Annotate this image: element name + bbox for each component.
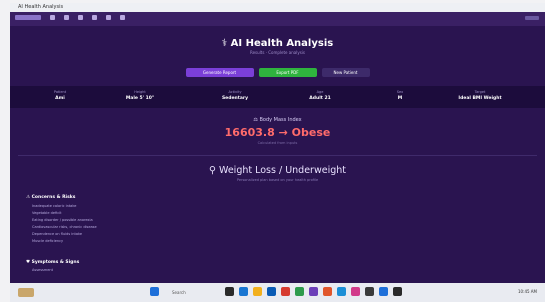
- stat-patient: Patient Ami: [53, 90, 67, 101]
- bmi-panel: ⚖ Body Mass Index 16603.8 → Obese Calcul…: [10, 109, 545, 146]
- taskbar-search[interactable]: Search: [172, 290, 186, 295]
- forward-icon[interactable]: [50, 15, 55, 20]
- app-icon[interactable]: [379, 287, 388, 296]
- stat-height: Height Male 5' 10": [125, 90, 155, 101]
- folder-icon[interactable]: [253, 287, 262, 296]
- browser-toolbar: [10, 12, 545, 26]
- system-clock[interactable]: 10:45 AM: [518, 289, 537, 294]
- back-button[interactable]: [15, 15, 41, 20]
- app-icon[interactable]: [309, 287, 318, 296]
- concerns-heading: ⚠ Concerns & Risks: [26, 195, 76, 200]
- list-item: Vegetable deficit: [32, 211, 62, 215]
- bmi-label: ⚖ Body Mass Index: [253, 117, 302, 123]
- window-title-bar: AI Health Analysis: [10, 3, 545, 12]
- stat-sex: Sex M: [396, 90, 404, 101]
- list-item: Cardiovascular risks, chronic disease: [32, 225, 97, 229]
- edge-icon[interactable]: [239, 287, 248, 296]
- list-item: Assessment: [32, 268, 53, 272]
- app-icon[interactable]: [393, 287, 402, 296]
- symptoms-heading: ♥ Symptoms & Signs: [26, 260, 80, 265]
- tab-icon[interactable]: [106, 15, 111, 20]
- goal-subtitle: Personalized plan based on your health p…: [236, 178, 319, 182]
- app-icon[interactable]: [337, 287, 346, 296]
- action-buttons: Generate Report Export PDF New Patient: [10, 68, 545, 77]
- os-taskbar: Search 10:45 AM: [10, 283, 545, 302]
- taskbar-apps: [150, 287, 159, 296]
- window-title: AI Health Analysis: [18, 4, 64, 10]
- new-patient-button[interactable]: New Patient: [321, 68, 370, 77]
- generate-report-button[interactable]: Generate Report: [185, 68, 254, 77]
- goal-panel: ⚲ Weight Loss / Underweight Personalized…: [10, 161, 545, 183]
- export-pdf-button[interactable]: Export PDF: [258, 68, 317, 77]
- health-icon: ⚕: [221, 38, 231, 49]
- divider: [18, 155, 537, 156]
- app-icon[interactable]: [323, 287, 332, 296]
- page-title: ⚕ AI Health Analysis: [221, 38, 334, 49]
- refresh-icon[interactable]: [64, 15, 69, 20]
- person-icon: ⚲: [209, 165, 219, 176]
- list-item: Dependence on fluids intake: [32, 232, 83, 236]
- app-icon[interactable]: [295, 287, 304, 296]
- stat-target: Target Ideal BMI Weight: [458, 90, 502, 101]
- star-icon[interactable]: [92, 15, 97, 20]
- weather-icon[interactable]: [18, 288, 34, 297]
- pinned-apps: [225, 287, 402, 296]
- start-icon[interactable]: [150, 287, 159, 296]
- stat-age: Age Adult 21: [309, 90, 331, 101]
- task-view-icon[interactable]: [225, 287, 234, 296]
- app-icon[interactable]: [281, 287, 290, 296]
- menu-icon[interactable]: [120, 15, 125, 20]
- app-header: ⚕ AI Health Analysis Results · Complete …: [10, 26, 545, 56]
- bmi-note: Calculated from inputs: [257, 141, 298, 145]
- stat-activity: Activity Sedentary: [221, 90, 249, 101]
- profile-icon[interactable]: [525, 16, 539, 20]
- list-item: Eating disorder / possible anorexia: [32, 218, 93, 222]
- browser-window: AI Health Analysis ⚕ AI Health Analysis …: [10, 3, 545, 283]
- list-item: Inadequate caloric intake: [32, 204, 77, 208]
- bmi-value: 16603.8 → Obese: [224, 126, 331, 139]
- page-subtitle: Results · Complete analysis: [249, 50, 305, 55]
- list-item: Muscle deficiency: [32, 239, 64, 243]
- app-icon[interactable]: [351, 287, 360, 296]
- app-icon[interactable]: [365, 287, 374, 296]
- store-icon[interactable]: [267, 287, 276, 296]
- concerns-list: Inadequate caloric intake Vegetable defi…: [32, 203, 97, 245]
- goal-title: ⚲ Weight Loss / Underweight: [209, 165, 346, 176]
- patient-stats-bar: Patient Ami Height Male 5' 10" Activity …: [10, 86, 545, 108]
- home-icon[interactable]: [78, 15, 83, 20]
